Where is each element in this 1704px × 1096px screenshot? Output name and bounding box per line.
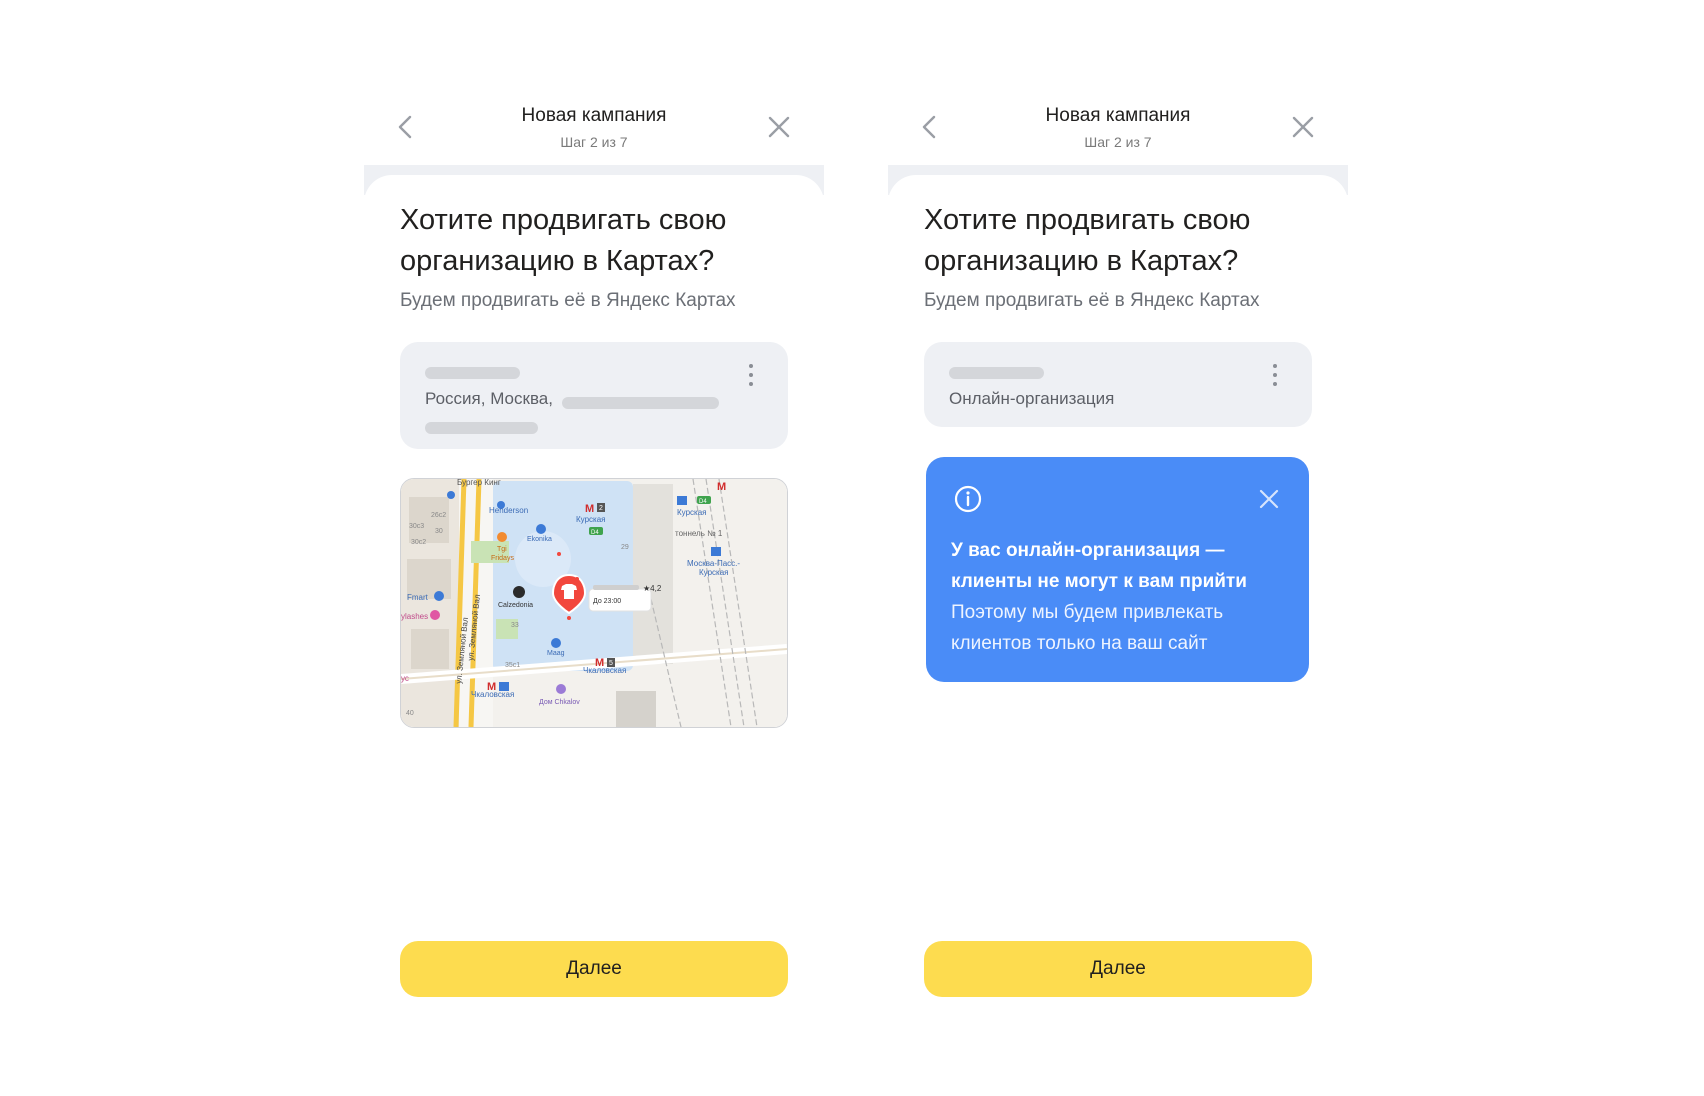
map-label-calzedonia: Calzedonia (498, 602, 533, 609)
question-subtitle: Будем продвигать её в Яндекс Картах (400, 290, 736, 311)
map-label-chkalovskaya: Чкаловская (471, 690, 514, 699)
metro-icon: M (717, 481, 726, 493)
map-building (616, 691, 656, 727)
map-label-rating: ★4,2 (643, 584, 662, 593)
map-place-name-placeholder (593, 585, 639, 590)
map-label-building: 26с2 (431, 512, 446, 519)
info-icon (954, 485, 982, 513)
question-title: Хотите продвигать свою организацию в Кар… (400, 204, 727, 277)
map-label-tgi: Tgi (497, 546, 507, 553)
map-label-henderson: Henderson (489, 506, 528, 515)
map-label-kurskaya: Курская (576, 515, 605, 524)
screen-online-org: Новая кампания Шаг 2 из 7 Хотите продвиг… (888, 95, 1348, 1055)
map-poi-dot (557, 552, 561, 556)
org-address-placeholder (562, 397, 719, 409)
close-icon (1259, 489, 1279, 509)
map-label-tonnel: тоннель № 1 (675, 529, 723, 538)
next-button[interactable]: Далее (924, 941, 1312, 997)
map-label-building: 33 (511, 622, 519, 629)
metro-icon: M (585, 503, 594, 515)
map-poi-icon (711, 547, 721, 556)
map-label-kurskaya: Курская (677, 508, 706, 517)
info-banner-heading: У вас онлайн-организация — клиенты не мо… (951, 540, 1247, 592)
info-banner-text: Поэтому мы будем привлекать клиентов тол… (951, 602, 1224, 654)
map-pin-dot (567, 616, 571, 620)
map-label-fmart: Fmart (407, 593, 429, 602)
map-label-building: 40 (406, 710, 414, 717)
close-icon (1292, 116, 1314, 138)
close-icon (768, 116, 790, 138)
question-title: Хотите продвигать свою организацию в Кар… (924, 204, 1251, 277)
map-poi-dot (575, 577, 579, 581)
map-poi-icon (434, 591, 444, 601)
map-poi-icon (551, 638, 561, 648)
more-options-icon[interactable] (1270, 364, 1280, 390)
map-label-edge: ус (401, 674, 409, 683)
map-label-flashes: ylashes (401, 612, 428, 621)
map-label-chkalovskaya: Чкаловская (583, 666, 626, 675)
org-type-label: Онлайн-организация (949, 389, 1115, 408)
map-label-fridays: Fridays (491, 555, 514, 562)
metro-line-number: 2 (599, 505, 603, 512)
map-label-hours: До 23:00 (593, 598, 621, 605)
map-label-building: 29 (621, 544, 629, 551)
map-poi-icon (513, 586, 525, 598)
map-label-building: 30с3 (409, 523, 424, 530)
info-close-button[interactable] (1258, 488, 1280, 510)
org-address-placeholder-2 (425, 422, 538, 434)
map-canvas: Бургер Кинг Henderson Ekonika Tgi Friday… (401, 479, 787, 727)
map-d-badge-text: D4 (591, 530, 599, 536)
map-poi-icon (430, 610, 440, 620)
map-poi-icon (497, 532, 507, 542)
map-label-ekonika: Ekonika (527, 536, 552, 543)
map-poi-icon (556, 684, 566, 694)
map-label-building: 30с2 (411, 539, 426, 546)
map-station-building (633, 484, 673, 664)
map-d-badge-text: D4 (699, 499, 707, 505)
map-poi-icon (677, 496, 687, 505)
map-label-kurskaya: Курская (699, 568, 728, 577)
top-bar: Новая кампания Шаг 2 из 7 (888, 95, 1348, 165)
org-name-placeholder (425, 367, 520, 379)
map-poi-icon (536, 524, 546, 534)
org-name-placeholder (949, 367, 1044, 379)
close-button[interactable] (766, 114, 792, 140)
map-building (409, 497, 449, 543)
map-label-dom-chkalov: Дом Chkalov (539, 699, 580, 706)
organization-card[interactable]: Россия, Москва, (400, 342, 788, 449)
map-poi-icon (447, 491, 455, 499)
map-label-building: 35с1 (505, 662, 520, 669)
step-indicator: Шаг 2 из 7 (1084, 134, 1152, 150)
map-building (411, 629, 449, 669)
page-title: Новая кампания (1045, 105, 1191, 126)
screen-address-org: Новая кампания Шаг 2 из 7 Хотите продвиг… (364, 95, 824, 1055)
info-banner: У вас онлайн-организация — клиенты не мо… (926, 457, 1309, 682)
page-title: Новая кампания (521, 105, 667, 126)
more-options-icon[interactable] (746, 364, 756, 390)
step-indicator: Шаг 2 из 7 (560, 134, 628, 150)
map-label-building: 30 (435, 528, 443, 535)
org-address-prefix: Россия, Москва, (425, 389, 553, 408)
map-label-maag: Maag (547, 650, 565, 657)
next-button[interactable]: Далее (400, 941, 788, 997)
top-bar: Новая кампания Шаг 2 из 7 (364, 95, 824, 165)
question-subtitle: Будем продвигать её в Яндекс Картах (924, 290, 1260, 311)
map-label-poi: Бургер Кинг (457, 479, 501, 487)
map-label-moskva-pass: Москва-Пасс.- (687, 559, 740, 568)
organization-card[interactable]: Онлайн-организация (924, 342, 1312, 427)
map-preview[interactable]: Бургер Кинг Henderson Ekonika Tgi Friday… (400, 478, 788, 728)
close-button[interactable] (1290, 114, 1316, 140)
